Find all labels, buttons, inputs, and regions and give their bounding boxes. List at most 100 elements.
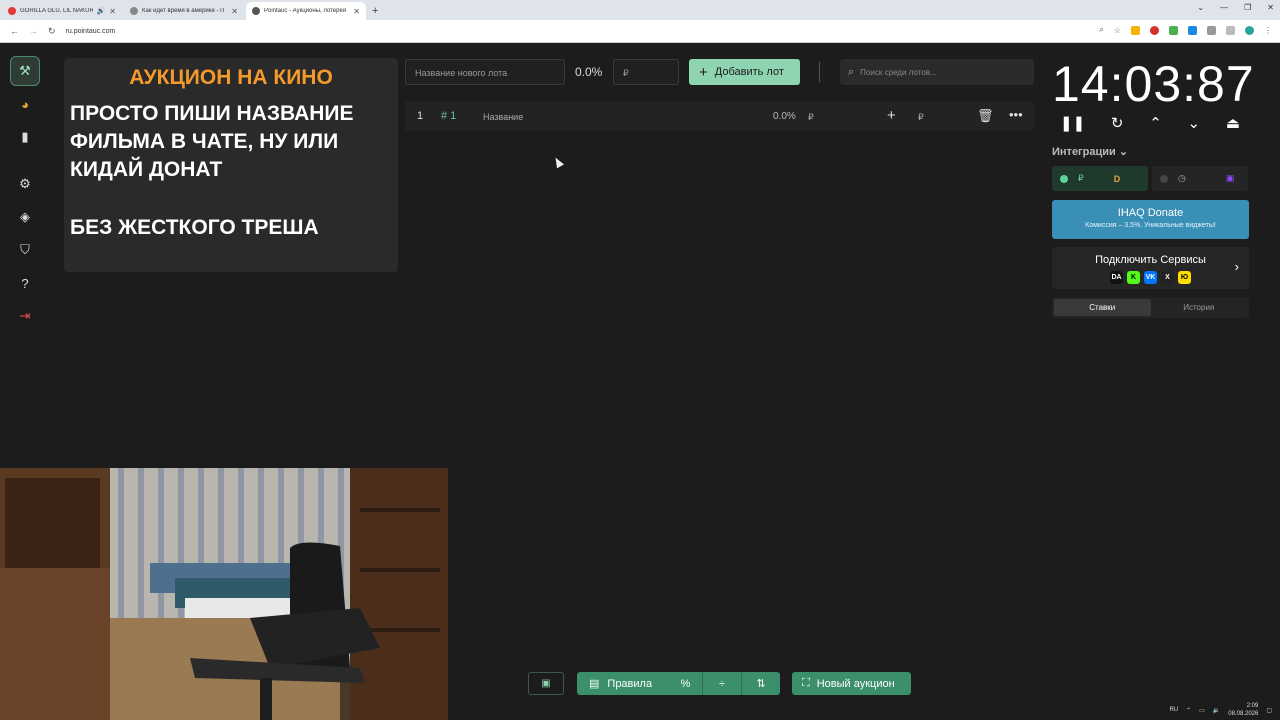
yoomoney-icon: Ю [1178,271,1191,284]
rules-toolbar: ▤ Правила % ÷ ⇅ [577,672,780,695]
new-lot-name-input[interactable]: Название нового лота [405,59,565,85]
close-window-icon[interactable]: ✕ [1267,3,1274,12]
extension-icon[interactable] [1150,25,1159,35]
chevron-down-icon[interactable]: ⌄ [1188,114,1201,132]
gavel-icon[interactable]: ⚒ [10,56,40,86]
stream-integration[interactable]: ◷ ▣ [1152,166,1248,191]
network-icon[interactable]: ▭ [1199,707,1205,714]
collapse-icon[interactable]: ⏏ [1226,114,1240,132]
chevron-down-icon: ⌄ [1118,146,1129,158]
search-icon: ⌕ [848,65,855,78]
lot-index: 1 [417,110,424,122]
add-amount-icon[interactable]: + [887,107,896,124]
vk-icon: VK [1144,271,1157,284]
integrations-label: Интеграции [1052,146,1116,158]
pause-icon[interactable]: ❚❚ [1060,114,1085,132]
close-tab-icon[interactable]: ✕ [353,7,360,16]
donatepay-icon: D [1113,173,1121,184]
clock[interactable]: 2:09 08.08.2026 [1228,702,1258,718]
tab-title: Pointauc - Аукционы, лотерея [264,8,347,14]
notification-icon[interactable]: ▢ [1266,707,1272,714]
stats-icon[interactable]: ▮ [10,122,40,152]
gear-icon[interactable]: ⚙ [10,169,40,199]
layers-icon[interactable]: ◈ [10,202,40,232]
ihaq-subtitle: Комиссия – 3,5%. Уникальные виджеты! [1085,222,1216,229]
sort-icon[interactable]: ⇅ [741,672,780,695]
overlay-title: АУКЦИОН НА КИНО [129,66,333,89]
clock-time: 2:09 [1246,703,1259,709]
window-controls: ⌄ — ❐ ✕ [1197,3,1274,12]
reload-icon[interactable]: ↻ [48,26,56,37]
new-auction-label: Новый аукцион [816,677,895,690]
back-icon[interactable]: ← [10,26,19,36]
integrations-toggle[interactable]: Интеграции ⌄ [1052,145,1128,158]
logout-icon[interactable]: ⇥ [10,301,40,331]
ihaq-title: IHAQ Donate [1117,207,1184,219]
split-icon[interactable]: ÷ [702,672,741,695]
browser-tabbar: GORILLA GLU, LIL NAKUR 🔊 ✕ Как идет врем… [0,0,1280,20]
plus-icon: + [699,63,708,81]
minimize-icon[interactable]: — [1220,3,1228,12]
google-icon [130,7,138,15]
reset-icon[interactable]: ↻ [1111,114,1124,132]
auction-timer: 14:03:87 [1052,56,1255,112]
save-icon[interactable]: ▣ [528,672,564,695]
ihaq-donate-banner[interactable]: IHAQ Donate Комиссия – 3,5%. Уникальные … [1052,200,1249,239]
x-icon: X [1161,271,1174,284]
restore-icon[interactable]: ❐ [1244,3,1251,12]
more-icon[interactable]: ••• [1009,107,1023,122]
connect-services-button[interactable]: Подключить Сервисы DA K VK X Ю › [1052,247,1249,289]
chevron-up-icon[interactable]: ⌃ [1186,707,1191,714]
close-tab-icon[interactable]: ✕ [109,7,116,16]
tab-history[interactable]: История [1151,299,1248,316]
shield-icon[interactable]: ⛉ [10,235,40,265]
youtube-icon [8,7,16,15]
lot-search-input[interactable]: ⌕ Поиск среди лотов... [840,59,1034,85]
donationalerts-icon: DA [1110,271,1123,284]
volume-icon[interactable]: 🔉 [1213,707,1220,714]
browser-tab[interactable]: Как идет время в америке - П ✕ [124,2,244,20]
lot-row: 1 # 1 Название 0.0% ₽ + ₽ 🗑 ••• [405,101,1034,131]
extension-icon[interactable] [1188,25,1197,35]
sidepanel-icon[interactable] [1226,25,1235,35]
lot-add-amount-input[interactable]: ₽ [918,112,924,123]
trash-icon[interactable]: 🗑 [977,108,994,124]
new-lot-amount-input[interactable]: ₽ [613,59,679,85]
new-tab-button[interactable]: + [372,2,378,20]
browser-tab[interactable]: GORILLA GLU, LIL NAKUR 🔊 ✕ [2,2,122,20]
menu-icon[interactable]: ⋮ [1264,26,1272,35]
lot-amount[interactable]: ₽ [808,112,814,123]
new-auction-icon: ⛶ [802,677,810,689]
help-icon[interactable]: ? [10,268,40,298]
browser-tab-active[interactable]: Pointauc - Аукционы, лотерея ✕ [246,2,366,20]
avatar[interactable] [1245,25,1254,35]
tab-bets[interactable]: Ставки [1054,299,1151,316]
star-icon[interactable]: ☆ [1114,26,1121,35]
percent-icon[interactable]: % [669,672,702,695]
puzzle-icon[interactable] [1207,25,1216,35]
new-auction-button[interactable]: ⛶ Новый аукцион [792,672,911,695]
ruble-icon: ₽ [1078,173,1084,183]
add-lot-label: Добавить лот [714,66,784,78]
app-sidebar: ⚒ ◕ ▮ ⚙ ◈ ⛉ ? ⇥ [10,56,44,334]
chevron-down-icon[interactable]: ⌄ [1197,3,1204,12]
timer-icon: ◷ [1178,173,1186,183]
status-icon [1060,174,1068,183]
add-lot-button[interactable]: + Добавить лот [689,59,800,85]
rules-button[interactable]: ▤ Правила [577,672,669,695]
lot-name-input[interactable]: Название [483,112,523,122]
overlay-footer: БЕЗ ЖЕСТКОГО ТРЕША [70,216,319,239]
forward-icon[interactable]: → [29,26,38,36]
donation-integration[interactable]: ₽ D [1052,166,1148,191]
close-tab-icon[interactable]: ✕ [231,7,238,16]
chevron-up-icon[interactable]: ⌃ [1149,114,1162,132]
language-indicator[interactable]: RU [1169,707,1178,713]
url-field[interactable]: ru.pointauc.com [66,28,116,35]
tab-title: GORILLA GLU, LIL NAKUR [20,8,93,14]
extension-icon[interactable] [1131,25,1140,35]
zoom-icon[interactable]: ⌕ [1099,25,1103,35]
wheel-icon[interactable]: ◕ [10,89,40,119]
overlay-panel: АУКЦИОН НА КИНО ПРОСТО ПИШИ НАЗВАНИЕ ФИЛ… [64,58,398,272]
speaker-icon[interactable]: 🔊 [97,7,106,15]
extension-icon[interactable] [1169,25,1178,35]
